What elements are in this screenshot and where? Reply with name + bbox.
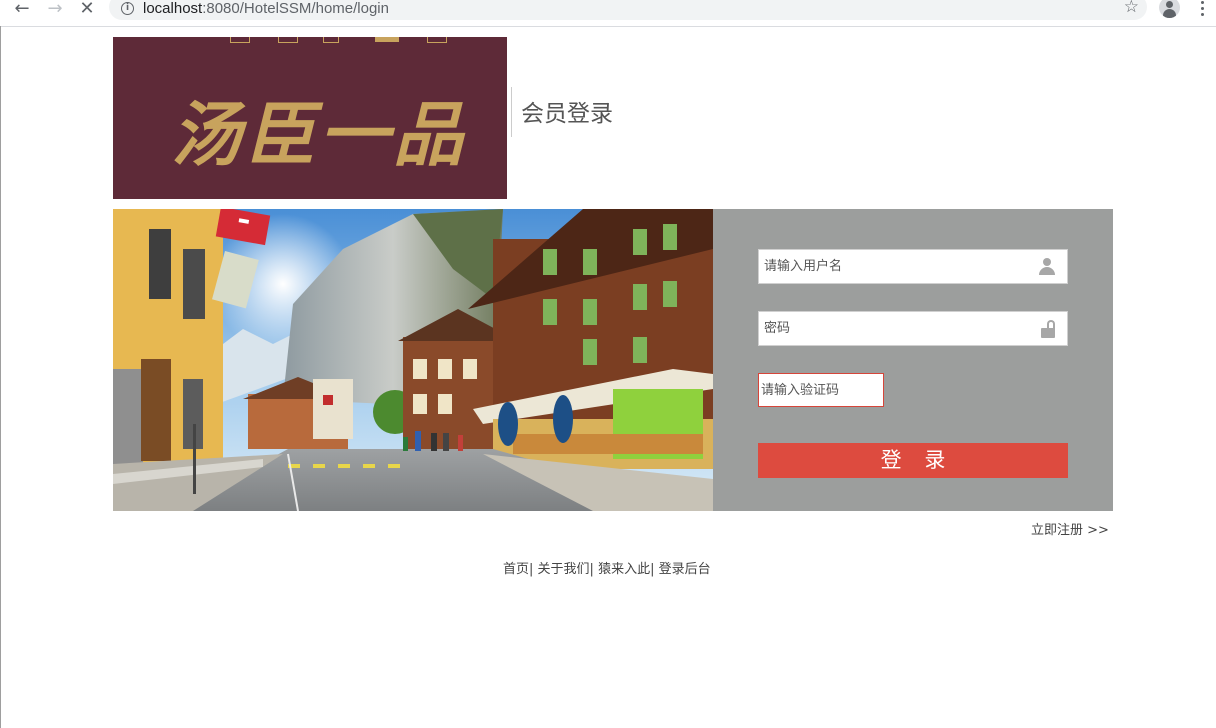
- header-divider: [511, 87, 512, 137]
- logo-ornament: [113, 37, 507, 47]
- captcha-field[interactable]: [758, 373, 884, 407]
- address-bar[interactable]: i localhost:8080/HotelSSM/home/login ☆: [109, 0, 1147, 20]
- window-edge: [0, 26, 1, 728]
- lock-icon: [1041, 320, 1055, 338]
- username-field[interactable]: [758, 249, 1068, 284]
- street-scene-illustration: [113, 209, 713, 511]
- login-panel: 登 录: [713, 209, 1113, 511]
- footer-link-about[interactable]: 关于我们: [538, 562, 590, 577]
- username-input[interactable]: [759, 250, 1029, 283]
- site-logo[interactable]: 汤臣一品: [113, 37, 507, 199]
- footer-separator: |: [650, 562, 659, 577]
- star-icon[interactable]: ☆: [1124, 0, 1139, 16]
- page-title: 会员登录: [521, 101, 613, 127]
- back-icon[interactable]: ←: [9, 0, 35, 18]
- captcha-input[interactable]: [759, 374, 881, 406]
- hero-image: [113, 209, 713, 511]
- url-host: localhost: [143, 0, 203, 17]
- logo-text: 汤臣一品: [171, 93, 467, 176]
- footer-link-admin-login[interactable]: 登录后台: [659, 562, 711, 577]
- password-input[interactable]: [759, 312, 1029, 345]
- info-icon[interactable]: i: [121, 2, 134, 15]
- login-button[interactable]: 登 录: [758, 443, 1068, 478]
- stop-icon[interactable]: ✕: [74, 0, 100, 18]
- footer-separator: |: [589, 562, 599, 577]
- footer-link-home[interactable]: 首页: [503, 562, 529, 577]
- password-field[interactable]: [758, 311, 1068, 346]
- register-link[interactable]: 立即注册 >>: [1031, 522, 1109, 540]
- forward-icon[interactable]: →: [42, 0, 68, 18]
- footer-link-yuanlai[interactable]: 猿来入此: [598, 562, 650, 577]
- menu-icon[interactable]: [1196, 0, 1208, 18]
- footer-links: 首页| 关于我们| 猿来入此| 登录后台: [503, 561, 711, 579]
- url-text[interactable]: localhost:8080/HotelSSM/home/login: [143, 1, 389, 17]
- footer-separator: |: [529, 562, 538, 577]
- browser-toolbar: ← → ✕ i localhost:8080/HotelSSM/home/log…: [0, 0, 1216, 27]
- url-path: :8080/HotelSSM/home/login: [202, 0, 389, 17]
- user-icon: [1038, 258, 1056, 276]
- profile-icon[interactable]: [1159, 0, 1180, 18]
